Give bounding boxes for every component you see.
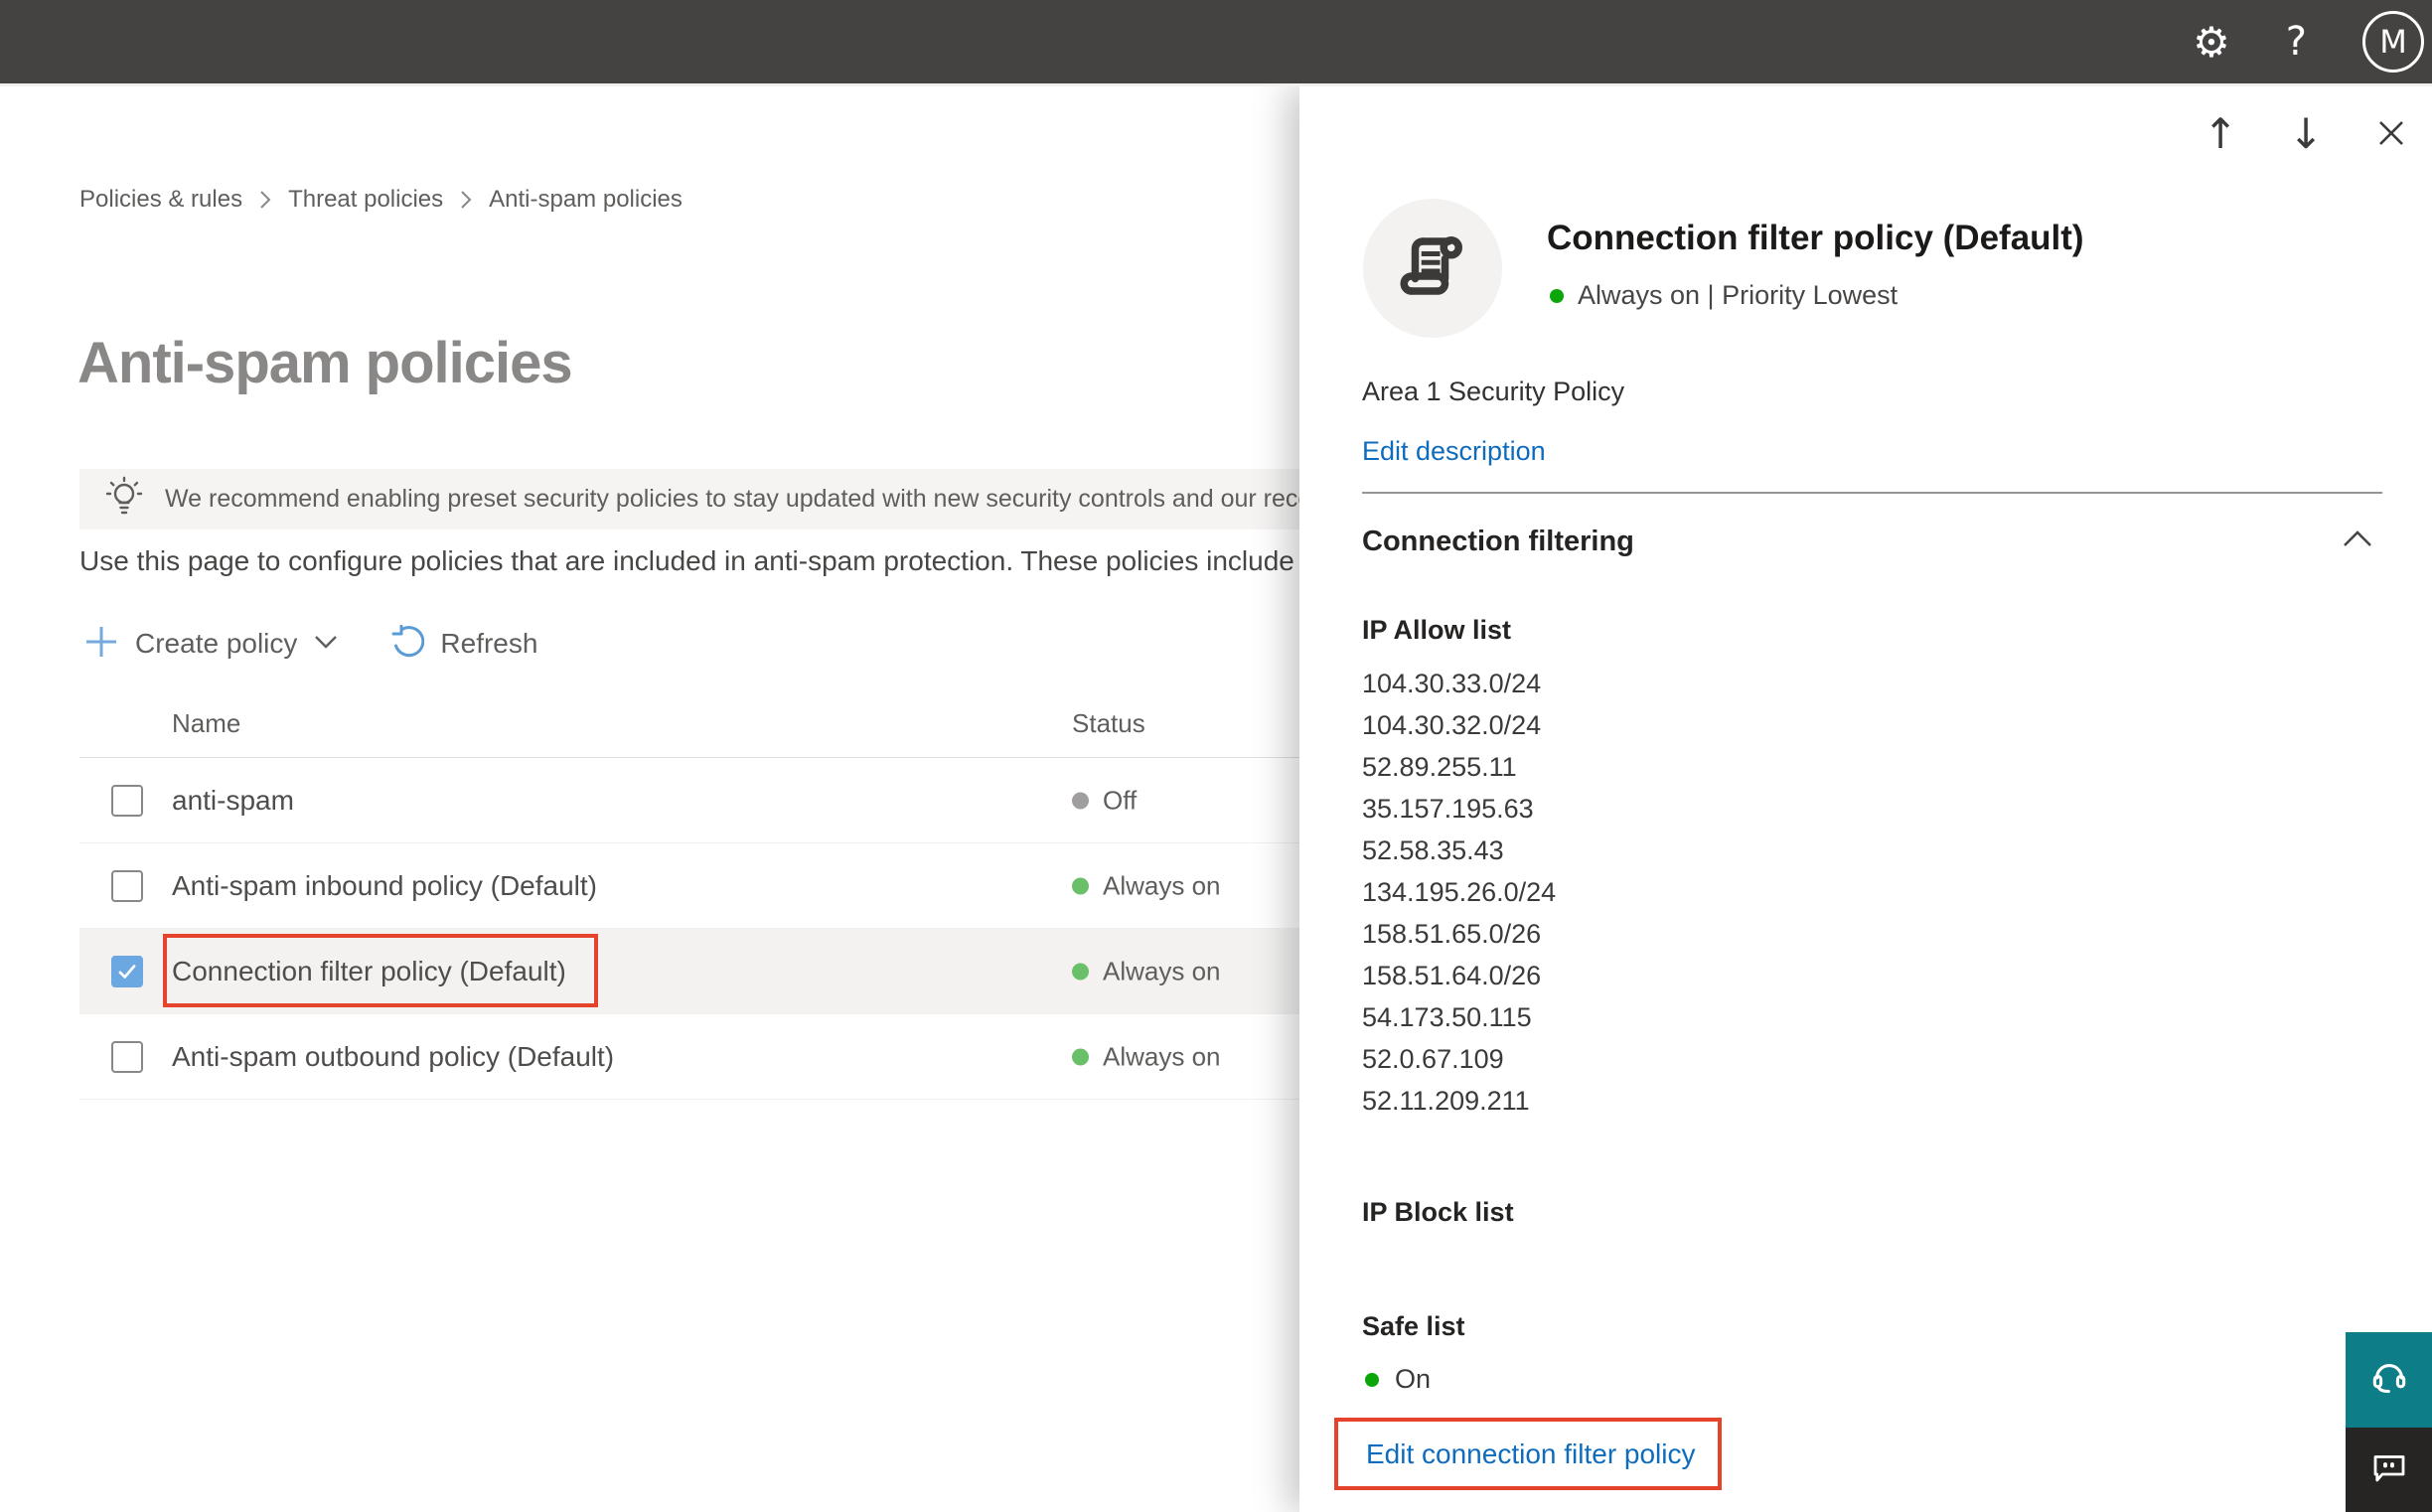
flyout-title: Connection filter policy (Default)	[1547, 219, 2084, 257]
lightbulb-icon	[103, 474, 145, 525]
safe-list-status: On	[1365, 1364, 1431, 1395]
ip-address: 158.51.65.0/26	[1362, 919, 1542, 949]
page-description: Use this page to configure policies that…	[79, 545, 1294, 576]
column-header-status[interactable]: Status	[1072, 708, 1145, 739]
support-button[interactable]	[2346, 1332, 2432, 1428]
create-policy-label: Create policy	[135, 628, 298, 659]
arrow-down-icon[interactable]: ↓	[2283, 109, 2329, 158]
close-icon[interactable]	[2368, 110, 2414, 156]
breadcrumb-threat-policies[interactable]: Threat policies	[288, 186, 443, 214]
page-title: Anti-spam policies	[77, 331, 573, 395]
ip-address: 52.89.255.11	[1362, 752, 1517, 782]
help-icon[interactable]: ?	[2286, 19, 2307, 65]
table-row[interactable]: Connection filter policy (Default) Alway…	[79, 929, 1299, 1014]
status-dot	[1072, 877, 1089, 894]
refresh-label: Refresh	[440, 628, 538, 659]
table-header: Name Status	[79, 694, 1299, 758]
divider	[1362, 492, 2382, 494]
status-dot	[1072, 963, 1089, 980]
flyout-status: Always on | Priority Lowest	[1550, 280, 1898, 311]
policy-table-body: anti-spam Off Anti-spam inbound policy (…	[79, 758, 1299, 1100]
banner-text: We recommend enabling preset security po…	[165, 485, 1299, 513]
policy-scroll-icon	[1393, 227, 1472, 311]
ip-address: 134.195.26.0/24	[1362, 877, 1557, 907]
row-checkbox[interactable]	[111, 1041, 143, 1073]
policy-name[interactable]: Anti-spam outbound policy (Default)	[172, 1041, 614, 1073]
recommendation-banner: We recommend enabling preset security po…	[79, 469, 1299, 529]
ip-allow-list: 104.30.33.0/24 104.30.32.0/24 52.89.255.11…	[1362, 663, 1556, 1122]
status-cell: Always on	[1072, 870, 1221, 901]
chevron-right-icon	[258, 188, 272, 212]
table-row[interactable]: Anti-spam inbound policy (Default) Alway…	[79, 843, 1299, 929]
headset-icon	[2367, 1356, 2411, 1405]
column-header-name[interactable]: Name	[172, 708, 240, 739]
account-avatar[interactable]: M	[2362, 11, 2424, 73]
create-policy-button[interactable]: Create policy	[83, 624, 339, 665]
refresh-icon	[390, 624, 425, 664]
ip-address: 52.58.35.43	[1362, 835, 1504, 865]
status-dot	[1072, 792, 1089, 809]
row-checkbox[interactable]	[111, 870, 143, 902]
policy-description: Area 1 Security Policy	[1362, 377, 1625, 406]
status-cell: Always on	[1072, 956, 1221, 986]
flyout-nav: ↑ ↓	[2198, 109, 2414, 158]
table-row[interactable]: Anti-spam outbound policy (Default) Alwa…	[79, 1014, 1299, 1100]
table-row[interactable]: anti-spam Off	[79, 758, 1299, 843]
status-cell: Off	[1072, 785, 1137, 816]
connection-filtering-heading: Connection filtering	[1362, 526, 1634, 557]
safe-list-heading: Safe list	[1362, 1311, 1465, 1341]
status-label: Always on	[1103, 870, 1221, 900]
status-cell: Always on	[1072, 1041, 1221, 1072]
policy-name[interactable]: Connection filter policy (Default)	[172, 956, 566, 987]
breadcrumb: Policies & rules Threat policies Anti-sp…	[79, 186, 683, 214]
arrow-up-icon[interactable]: ↑	[2198, 109, 2243, 158]
feedback-button[interactable]	[2346, 1428, 2432, 1512]
toolbar: Create policy Refresh	[83, 618, 537, 670]
ip-block-list-heading: IP Block list	[1362, 1197, 1514, 1227]
status-dot-green	[1365, 1372, 1379, 1387]
chat-bubble-icon	[2368, 1446, 2410, 1493]
row-checkbox[interactable]	[111, 785, 143, 817]
chevron-right-icon	[459, 188, 473, 212]
flyout-status-text: Always on | Priority Lowest	[1578, 280, 1899, 310]
status-label: Off	[1103, 785, 1138, 815]
policy-details-flyout: ↑ ↓ Connection filter policy (Default) A…	[1299, 86, 2432, 1512]
policy-name[interactable]: anti-spam	[172, 785, 294, 817]
breadcrumb-anti-spam-policies[interactable]: Anti-spam policies	[489, 186, 683, 214]
ip-address: 52.11.209.211	[1362, 1086, 1530, 1116]
breadcrumb-policies-rules[interactable]: Policies & rules	[79, 186, 242, 214]
edit-connection-filter-policy-link[interactable]: Edit connection filter policy	[1366, 1438, 1696, 1470]
ip-address: 35.157.195.63	[1362, 794, 1534, 824]
ip-address: 54.173.50.115	[1362, 1002, 1532, 1032]
main-content: Policies & rules Threat policies Anti-sp…	[0, 86, 1299, 1512]
annotation-box: Edit connection filter policy	[1334, 1418, 1722, 1490]
ip-address: 104.30.32.0/24	[1362, 710, 1542, 740]
ip-allow-list-heading: IP Allow list	[1362, 615, 1512, 645]
app-window: ⚙ ? M Policies & rules Threat policies A…	[0, 0, 2432, 1512]
ip-address: 104.30.33.0/24	[1362, 669, 1542, 698]
status-dot	[1072, 1048, 1089, 1065]
status-dot-green	[1550, 288, 1564, 303]
policy-name[interactable]: Anti-spam inbound policy (Default)	[172, 870, 597, 902]
ip-address: 52.0.67.109	[1362, 1044, 1504, 1074]
row-checkbox[interactable]	[111, 956, 143, 987]
top-bar: ⚙ ? M	[0, 0, 2432, 86]
safe-list-status-text: On	[1395, 1364, 1432, 1394]
plus-icon	[83, 624, 119, 665]
edit-description-link[interactable]: Edit description	[1362, 436, 1546, 467]
policy-avatar	[1363, 199, 1502, 338]
chevron-down-icon	[313, 633, 339, 656]
settings-gear-icon[interactable]: ⚙	[2193, 18, 2230, 67]
status-label: Always on	[1103, 956, 1221, 985]
status-label: Always on	[1103, 1041, 1221, 1071]
refresh-button[interactable]: Refresh	[390, 624, 538, 664]
ip-address: 158.51.64.0/26	[1362, 961, 1542, 990]
chevron-up-icon[interactable]	[2341, 528, 2374, 554]
policy-table: Name Status anti-spam Off Anti-spam inbo…	[79, 694, 1299, 1100]
